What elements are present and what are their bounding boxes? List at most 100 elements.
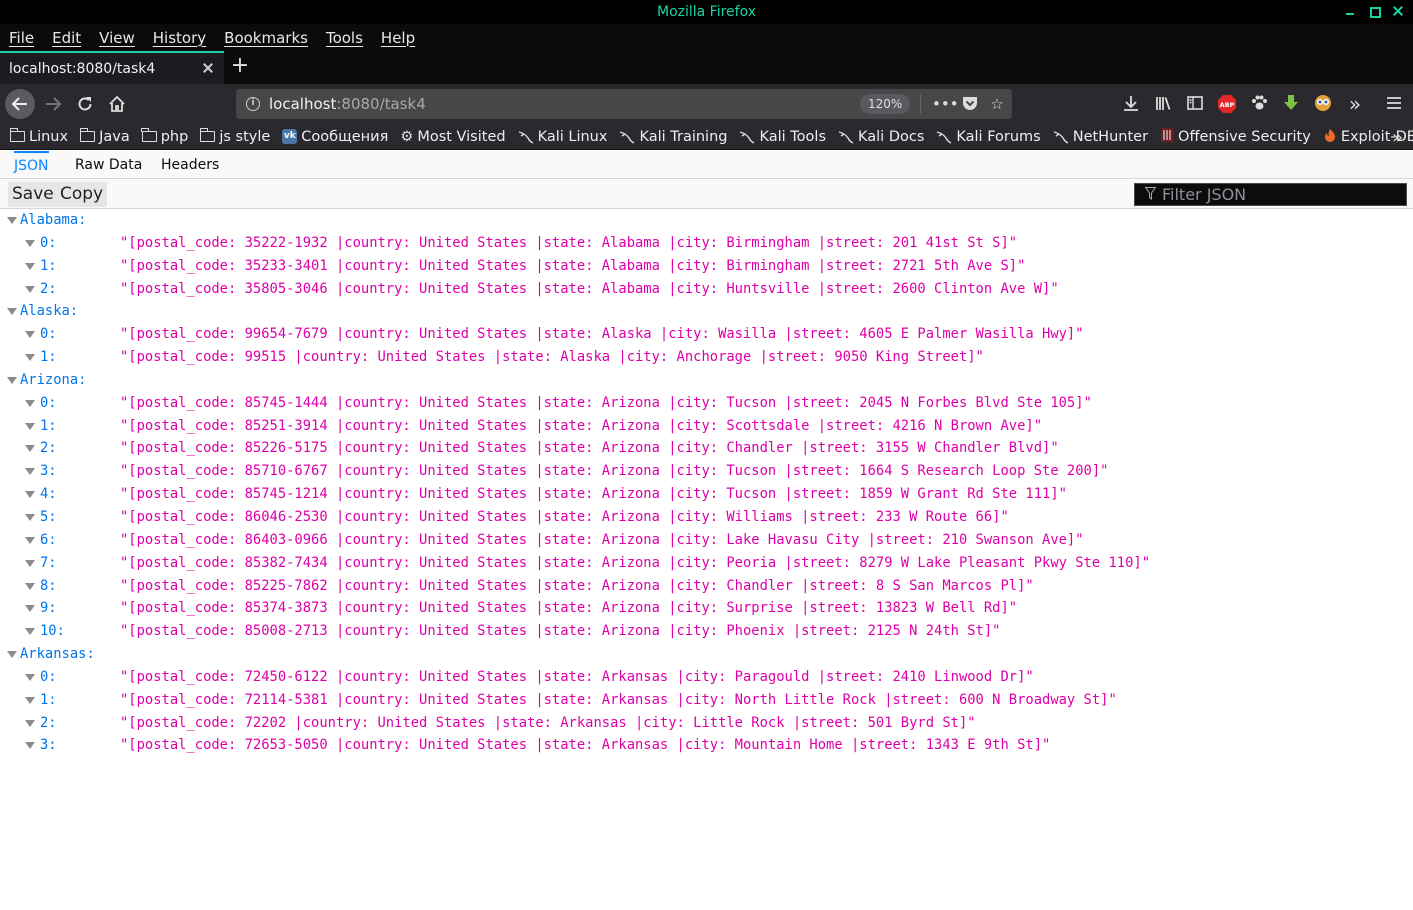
menu-help[interactable]: Help [381,29,415,47]
bookmarks-overflow-icon[interactable]: » [1392,127,1403,148]
tree-item-row[interactable]: 10: "[postal_code: 85008-2713 |country: U… [0,620,1413,643]
bookmark-java[interactable]: Java [79,128,130,145]
expand-toggle-icon[interactable] [25,399,35,407]
tree-item-row[interactable]: 0: "[postal_code: 72450-6122 |country: Un… [0,666,1413,689]
menu-tools[interactable]: Tools [326,29,363,47]
expand-toggle-icon[interactable] [25,422,35,430]
menu-file[interactable]: File [9,29,34,47]
expand-toggle-icon[interactable] [25,742,35,750]
hamburger-menu-icon[interactable] [1384,94,1404,114]
tab-raw-data[interactable]: Raw Data [75,151,142,179]
tree-item-row[interactable]: 1: "[postal_code: 85251-3914 |country: Un… [0,415,1413,438]
tree-item-row[interactable]: 7: "[postal_code: 85382-7434 |country: Un… [0,552,1413,575]
expand-toggle-icon[interactable] [25,445,35,453]
adblock-plus-icon[interactable]: ABP [1217,94,1237,114]
tree-item-row[interactable]: 2: "[postal_code: 85226-5175 |country: Un… [0,437,1413,460]
reload-icon[interactable] [71,90,99,118]
tree-state-row[interactable]: Arkansas: [0,643,1413,666]
tree-item-row[interactable]: 0: "[postal_code: 85745-1444 |country: Un… [0,392,1413,415]
expand-toggle-icon[interactable] [25,673,35,681]
tree-item-row[interactable]: 4: "[postal_code: 85745-1214 |country: Un… [0,483,1413,506]
minimize-icon[interactable] [1343,4,1357,18]
tree-item-row[interactable]: 6: "[postal_code: 86403-0966 |country: Un… [0,529,1413,552]
library-icon[interactable] [1153,94,1173,114]
bookmark-сообщения[interactable]: vk Сообщения [282,129,388,145]
expand-toggle-icon[interactable] [25,354,35,362]
tree-item-row[interactable]: 1: "[postal_code: 35233-3401 |country: Un… [0,255,1413,278]
tree-item-row[interactable]: 5: "[postal_code: 86046-2530 |country: Un… [0,506,1413,529]
bookmark-most-visited[interactable]: ⚙ Most Visited [400,129,505,145]
bookmark-kali-forums[interactable]: Kali Forums [936,129,1041,145]
expand-toggle-icon[interactable] [7,217,17,224]
save-button[interactable]: Save [8,182,58,207]
close-window-icon[interactable] [1391,4,1405,18]
expand-toggle-icon[interactable] [7,376,17,384]
bookmark-star-icon[interactable]: ☆ [987,94,1007,114]
tree-item-row[interactable]: 1: "[postal_code: 99515 |country: United … [0,346,1413,369]
bookmark-offensive-security[interactable]: Offensive Security [1160,127,1311,147]
close-tab-icon[interactable] [202,62,214,74]
bookmark-php[interactable]: php [141,128,188,145]
home-icon[interactable] [103,90,131,118]
expand-toggle-icon[interactable] [25,468,35,476]
paw-extension-icon[interactable] [1249,94,1269,114]
tree-item-row[interactable]: 2: "[postal_code: 72202 |country: United … [0,712,1413,735]
tree-item-row[interactable]: 8: "[postal_code: 85225-7862 |country: Un… [0,575,1413,598]
url-text[interactable]: localhost:8080/task4 [269,95,426,113]
menu-view[interactable]: View [99,29,135,47]
back-arrow-icon[interactable] [5,89,35,119]
tree-item-row[interactable]: 2: "[postal_code: 35805-3046 |country: Un… [0,278,1413,301]
tab-headers[interactable]: Headers [161,151,219,179]
bookmark-linux[interactable]: Linux [9,128,68,145]
owl-extension-icon[interactable] [1313,94,1333,114]
tree-item-row[interactable]: 3: "[postal_code: 72653-5050 |country: Un… [0,734,1413,757]
expand-toggle-icon[interactable] [25,331,35,339]
menu-history[interactable]: History [153,29,206,47]
bookmark-kali-docs[interactable]: Kali Docs [838,129,924,145]
expand-toggle-icon[interactable] [25,513,35,521]
tree-item-row[interactable]: 0: "[postal_code: 99654-7679 |country: Un… [0,323,1413,346]
forward-arrow-icon[interactable] [39,90,67,118]
page-actions-icon[interactable]: ••• [932,94,959,114]
pocket-icon[interactable] [960,94,980,114]
expand-toggle-icon[interactable] [7,308,17,316]
expand-toggle-icon[interactable] [25,605,35,613]
expand-toggle-icon[interactable] [25,582,35,590]
tab-json[interactable]: JSON [14,151,49,179]
filter-json-input[interactable]: Filter JSON [1134,183,1407,206]
tree-item-row[interactable]: 1: "[postal_code: 72114-5381 |country: Un… [0,689,1413,712]
download-helper-icon[interactable] [1281,94,1301,114]
tree-state-row[interactable]: Alaska: [0,300,1413,323]
bookmark-kali-training[interactable]: Kali Training [619,129,727,145]
expand-toggle-icon[interactable] [25,559,35,567]
browser-tab[interactable]: localhost:8080/task4 [0,51,224,84]
bookmark-nethunter[interactable]: NetHunter [1053,129,1148,145]
expand-toggle-icon[interactable] [25,628,35,636]
expand-toggle-icon[interactable] [25,239,35,247]
copy-button[interactable]: Copy [56,182,108,207]
expand-toggle-icon[interactable] [25,262,35,270]
url-bar[interactable]: i localhost:8080/task4 120% ••• ☆ [236,89,1012,119]
bookmark-kali-linux[interactable]: Kali Linux [518,129,607,145]
maximize-icon[interactable] [1367,4,1381,18]
tree-item-row[interactable]: 3: "[postal_code: 85710-6767 |country: Un… [0,460,1413,483]
tree-state-row[interactable]: Alabama: [0,209,1413,232]
tree-item-row[interactable]: 9: "[postal_code: 85374-3873 |country: Un… [0,597,1413,620]
expand-toggle-icon[interactable] [25,696,35,704]
sidebar-icon[interactable] [1185,94,1205,114]
expand-toggle-icon[interactable] [25,491,35,499]
bookmark-kali-tools[interactable]: Kali Tools [739,129,826,145]
downloads-icon[interactable] [1121,94,1141,114]
new-tab-icon[interactable]: + [230,55,250,77]
overflow-chevron-icon[interactable]: » [1345,94,1365,114]
expand-toggle-icon[interactable] [25,536,35,544]
zoom-level-badge[interactable]: 120% [860,94,911,114]
tree-state-row[interactable]: Arizona: [0,369,1413,392]
menu-bookmarks[interactable]: Bookmarks [224,29,308,47]
menu-edit[interactable]: Edit [52,29,81,47]
bookmark-js-style[interactable]: js style [199,128,270,145]
site-info-icon[interactable]: i [246,97,260,111]
expand-toggle-icon[interactable] [25,719,35,727]
expand-toggle-icon[interactable] [25,285,35,293]
expand-toggle-icon[interactable] [7,651,17,659]
